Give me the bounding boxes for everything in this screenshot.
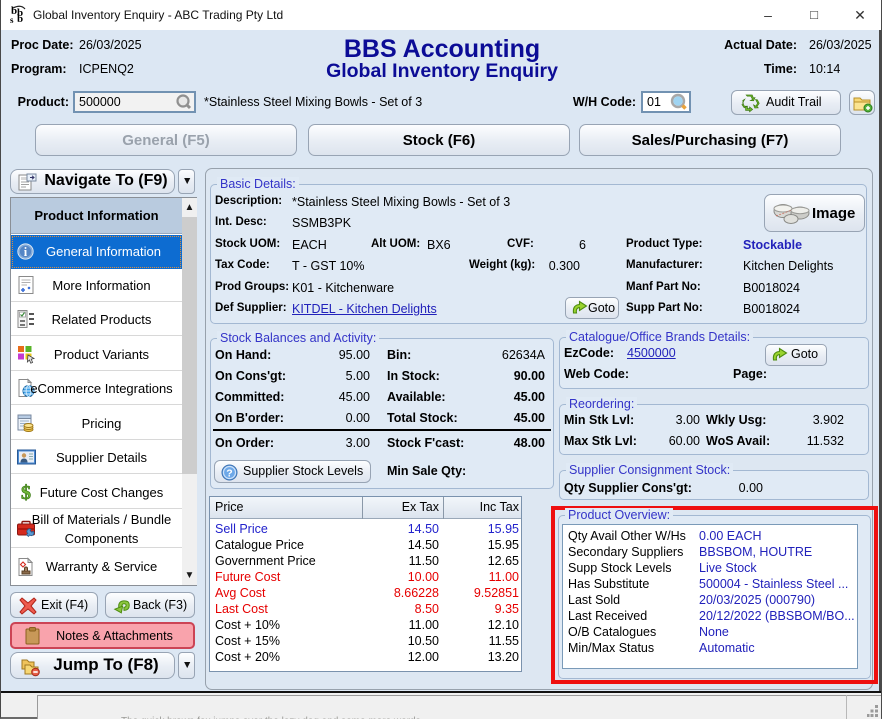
svg-text:?: ? (226, 468, 232, 480)
svg-text:i: i (24, 245, 28, 259)
